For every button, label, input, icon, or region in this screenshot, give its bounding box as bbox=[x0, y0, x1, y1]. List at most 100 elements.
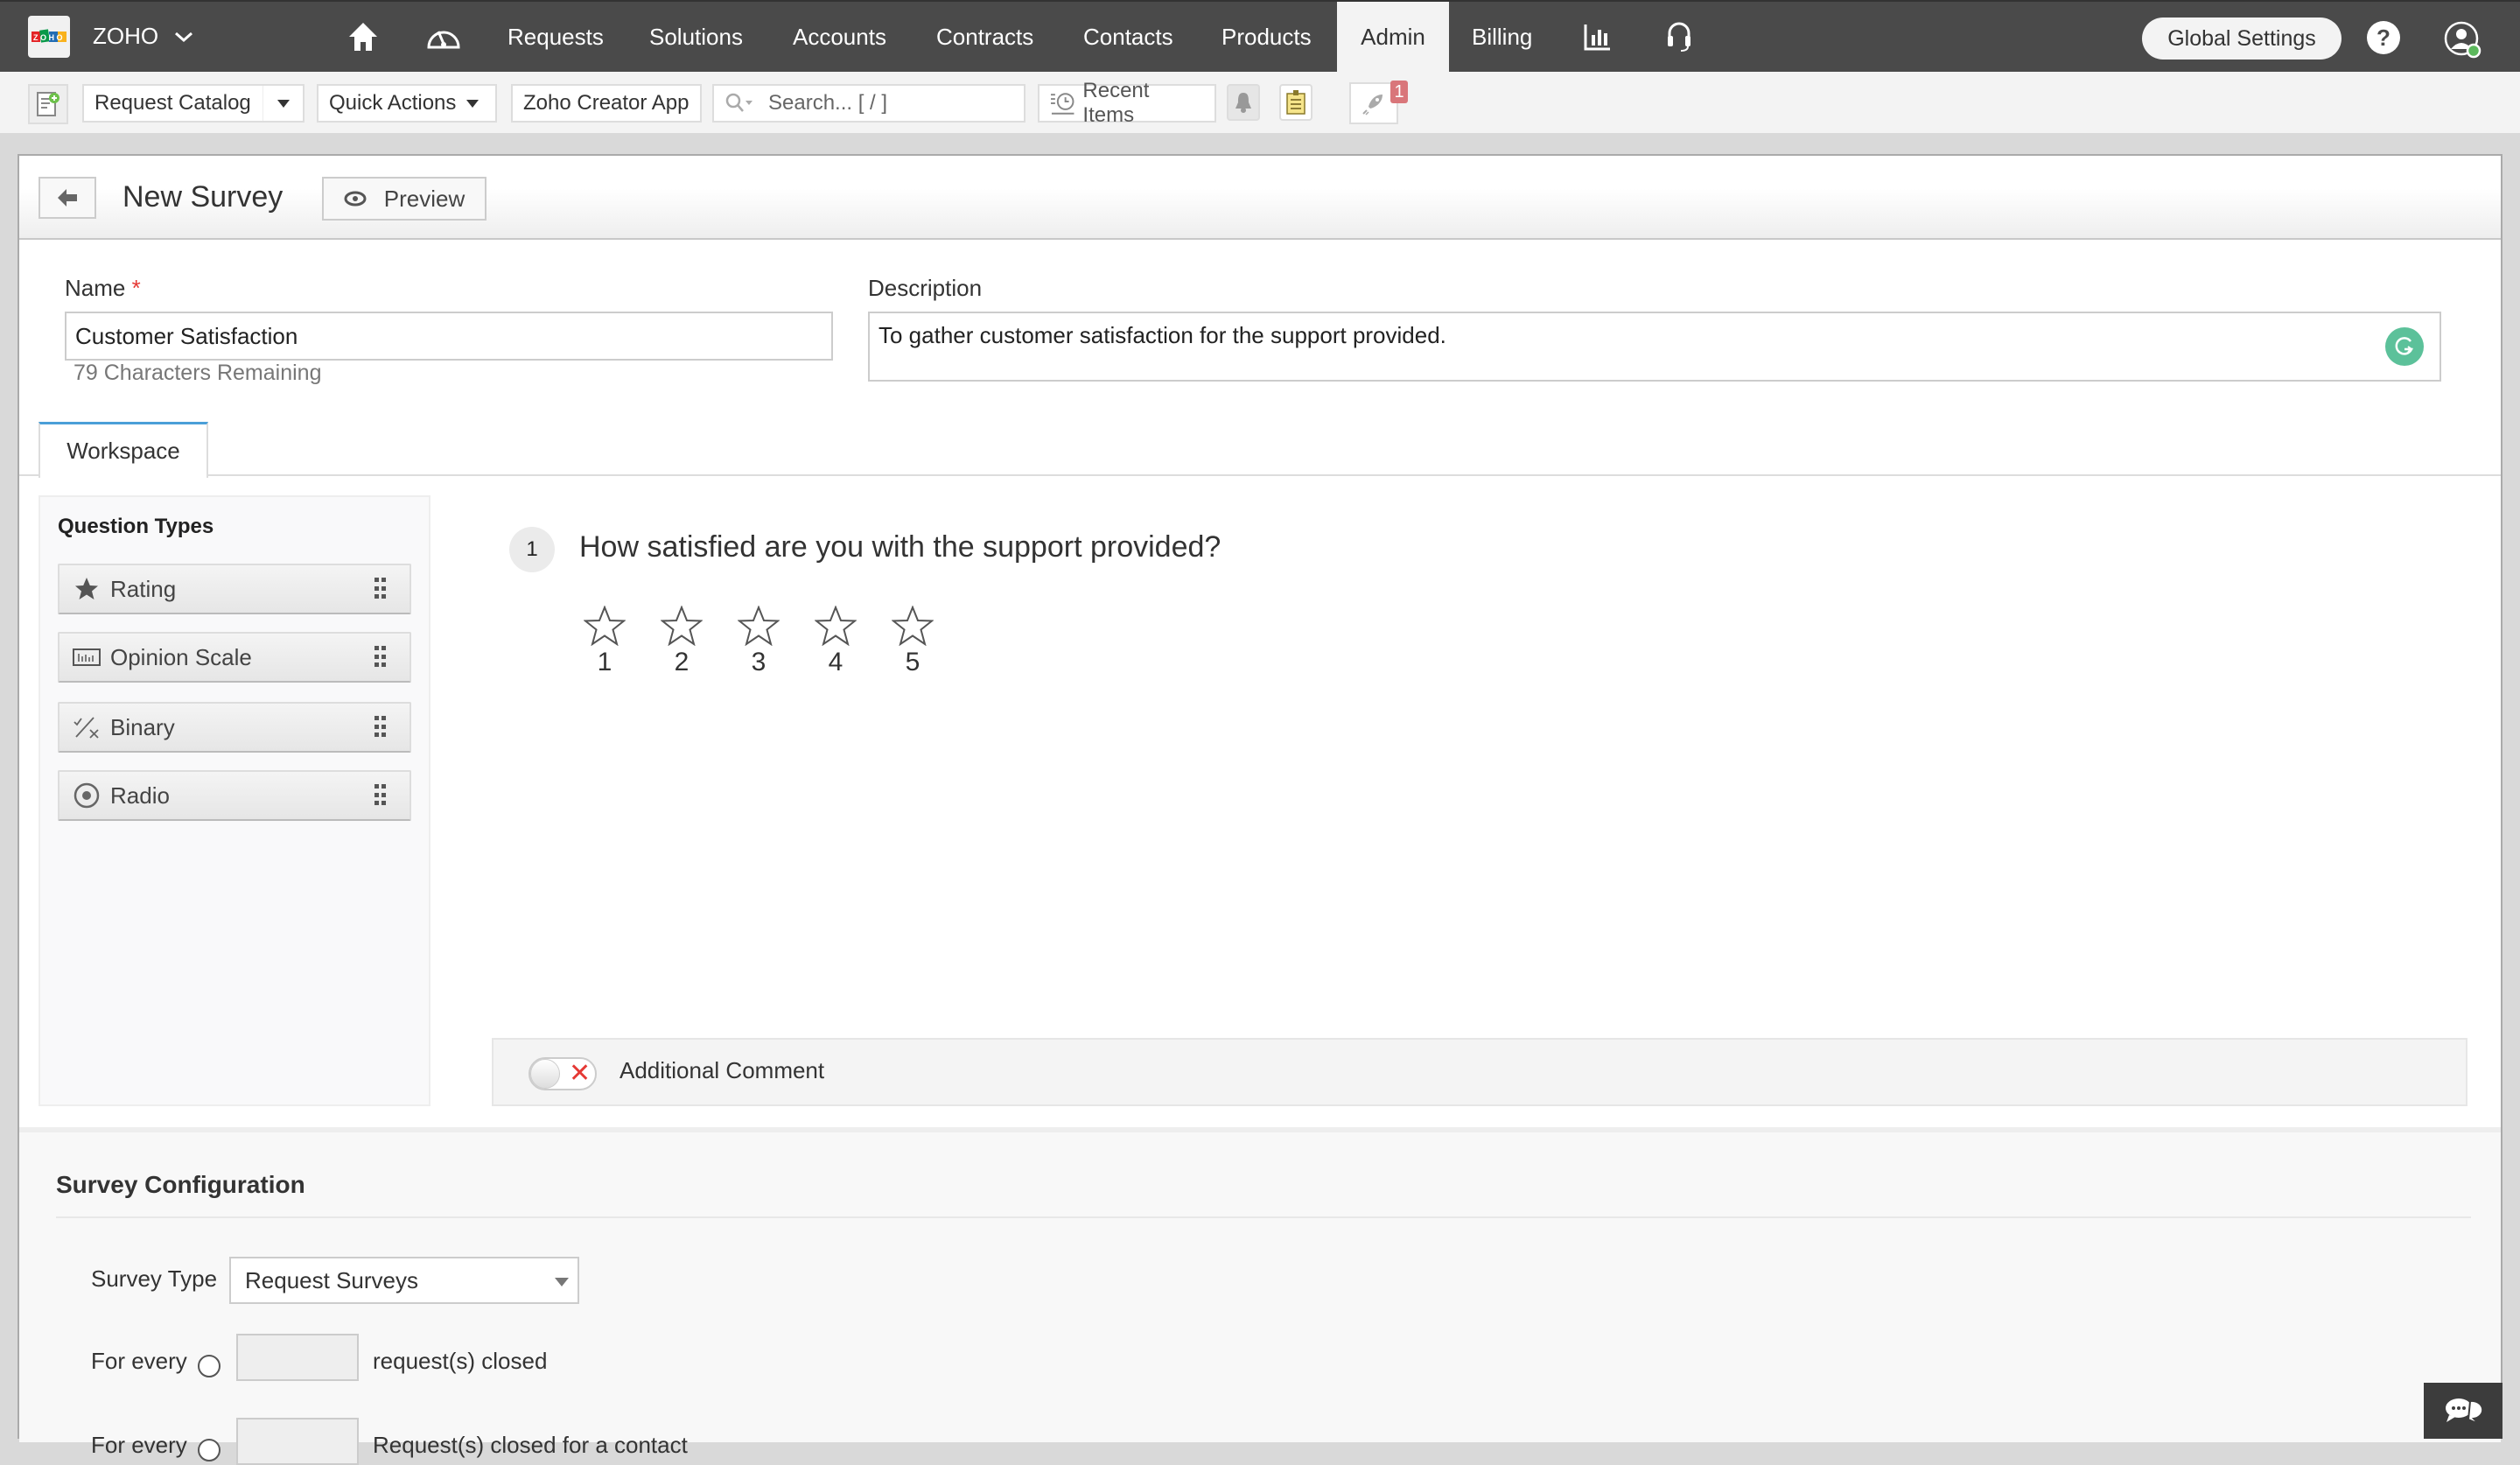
zoho-logo-icon: Z O H O bbox=[32, 29, 66, 43]
recent-history-icon bbox=[1050, 93, 1074, 115]
new-request-icon bbox=[37, 92, 60, 116]
additional-comment-toggle[interactable]: ✕ bbox=[528, 1057, 597, 1090]
question-type-label: Opinion Scale bbox=[110, 643, 252, 670]
drag-handle-icon[interactable] bbox=[374, 784, 387, 807]
survey-type-value: Request Surveys bbox=[245, 1266, 418, 1293]
preview-label: Preview bbox=[383, 185, 466, 212]
new-request-button[interactable] bbox=[28, 84, 68, 124]
home-icon[interactable] bbox=[348, 2, 378, 72]
rating-scale: 1 2 3 4 5 bbox=[579, 606, 938, 677]
description-field-value: To gather customer satisfaction for the … bbox=[878, 322, 1446, 348]
survey-editor-card: New Survey Preview Name * Customer Satis… bbox=[18, 154, 2502, 1465]
eye-icon bbox=[344, 191, 367, 207]
survey-type-label: Survey Type bbox=[91, 1265, 218, 1292]
question-type-rating[interactable]: Rating bbox=[58, 564, 411, 614]
nav-contacts[interactable]: Contacts bbox=[1083, 2, 1173, 72]
preview-button[interactable]: Preview bbox=[322, 177, 486, 221]
description-label: Description bbox=[868, 275, 983, 301]
chat-bubbles-icon bbox=[2446, 1398, 2482, 1425]
global-settings-button[interactable]: Global Settings bbox=[2142, 18, 2342, 60]
rating-option[interactable]: 1 bbox=[579, 606, 630, 677]
quick-toolbar: Request Catalog Quick Actions Zoho Creat… bbox=[0, 72, 2520, 133]
rule1-count-input[interactable] bbox=[236, 1334, 359, 1381]
org-switcher[interactable]: ZOHO bbox=[93, 23, 193, 50]
request-catalog-caret[interactable] bbox=[262, 86, 303, 121]
quick-actions-label: Quick Actions bbox=[329, 91, 457, 115]
divider bbox=[56, 1216, 2471, 1218]
star-outline-icon bbox=[661, 606, 703, 646]
nav-billing[interactable]: Billing bbox=[1472, 2, 1532, 72]
back-button[interactable] bbox=[38, 177, 96, 219]
rating-option-label: 2 bbox=[674, 648, 690, 676]
rating-option[interactable]: 2 bbox=[656, 606, 707, 677]
recent-items-button[interactable]: Recent Items bbox=[1038, 79, 1216, 127]
support-headset-icon[interactable] bbox=[1666, 2, 1694, 72]
close-icon: ✕ bbox=[569, 1059, 592, 1088]
chars-remaining: 79 Characters Remaining bbox=[74, 361, 322, 385]
nav-admin[interactable]: Admin bbox=[1337, 2, 1449, 72]
zoho-logo[interactable]: Z O H O bbox=[28, 16, 70, 58]
page-header: New Survey Preview bbox=[19, 156, 2501, 240]
star-outline-icon bbox=[584, 606, 626, 646]
rating-option-label: 4 bbox=[828, 648, 844, 676]
required-indicator: * bbox=[131, 275, 141, 301]
rating-option-label: 3 bbox=[751, 648, 766, 676]
rule2-radio[interactable] bbox=[198, 1439, 220, 1461]
rating-option[interactable]: 3 bbox=[733, 606, 784, 677]
rule1-suffix: request(s) closed bbox=[373, 1348, 548, 1374]
search-placeholder: Search... [ / ] bbox=[768, 91, 888, 115]
question-text[interactable]: How satisfied are you with the support p… bbox=[579, 530, 1221, 564]
reports-icon[interactable] bbox=[1584, 2, 1612, 72]
notifications-button[interactable] bbox=[1227, 84, 1260, 121]
question-type-opinion-scale[interactable]: Opinion Scale bbox=[58, 632, 411, 683]
scale-icon bbox=[68, 648, 105, 667]
tab-workspace[interactable]: Workspace bbox=[38, 422, 208, 478]
question-type-radio[interactable]: Radio bbox=[58, 770, 411, 821]
name-field[interactable]: Customer Satisfaction bbox=[65, 312, 833, 361]
tasks-button[interactable] bbox=[1279, 84, 1312, 121]
rule2-prefix: For every bbox=[91, 1432, 187, 1458]
notification-count-badge: 1 bbox=[1390, 81, 1408, 103]
star-outline-icon bbox=[738, 606, 780, 646]
help-icon[interactable]: ? bbox=[2367, 21, 2400, 54]
user-profile-icon bbox=[2444, 21, 2482, 59]
request-catalog-dropdown[interactable]: Request Catalog bbox=[82, 84, 304, 123]
question-type-label: Radio bbox=[110, 782, 170, 809]
search-input[interactable]: Search... [ / ] bbox=[712, 84, 1026, 123]
rating-option-label: 5 bbox=[905, 648, 920, 676]
nav-solutions[interactable]: Solutions bbox=[649, 2, 743, 72]
bell-icon bbox=[1236, 93, 1251, 113]
survey-type-select[interactable]: Request Surveys bbox=[229, 1257, 579, 1304]
nav-products[interactable]: Products bbox=[1222, 2, 1312, 72]
rating-option[interactable]: 5 bbox=[887, 606, 938, 677]
survey-configuration-section: Survey Configuration Survey Type Request… bbox=[19, 1127, 2501, 1465]
quick-actions-dropdown[interactable]: Quick Actions bbox=[317, 84, 497, 123]
rule1-prefix: For every bbox=[91, 1348, 187, 1374]
nav-requests[interactable]: Requests bbox=[508, 2, 604, 72]
star-icon bbox=[68, 576, 105, 602]
rocket-icon bbox=[1362, 95, 1382, 116]
rule1-radio[interactable] bbox=[198, 1355, 220, 1377]
user-avatar[interactable] bbox=[2444, 21, 2482, 59]
toggle-knob bbox=[530, 1059, 560, 1089]
brand-name: ZOHO bbox=[93, 23, 159, 49]
drag-handle-icon[interactable] bbox=[374, 578, 387, 600]
svg-text:Z O H O: Z O H O bbox=[33, 33, 63, 42]
question-number-badge: 1 bbox=[509, 527, 555, 572]
rating-option[interactable]: 4 bbox=[810, 606, 861, 677]
zoho-creator-app-button[interactable]: Zoho Creator App bbox=[511, 84, 702, 123]
drag-handle-icon[interactable] bbox=[374, 646, 387, 669]
drag-handle-icon[interactable] bbox=[374, 716, 387, 739]
description-field[interactable]: To gather customer satisfaction for the … bbox=[868, 312, 2441, 382]
top-nav-bar: Z O H O ZOHO Requests Solutions Accounts… bbox=[0, 0, 2520, 72]
question-type-binary[interactable]: Binary bbox=[58, 702, 411, 753]
search-icon bbox=[725, 93, 752, 112]
clipboard-icon bbox=[1286, 90, 1306, 115]
rule2-count-input[interactable] bbox=[236, 1418, 359, 1465]
nav-accounts[interactable]: Accounts bbox=[793, 2, 886, 72]
chat-button[interactable] bbox=[2424, 1383, 2502, 1439]
nav-contracts[interactable]: Contracts bbox=[936, 2, 1033, 72]
dashboard-icon[interactable] bbox=[425, 2, 462, 72]
grammarly-icon[interactable] bbox=[2385, 327, 2424, 366]
radio-icon bbox=[68, 782, 105, 810]
